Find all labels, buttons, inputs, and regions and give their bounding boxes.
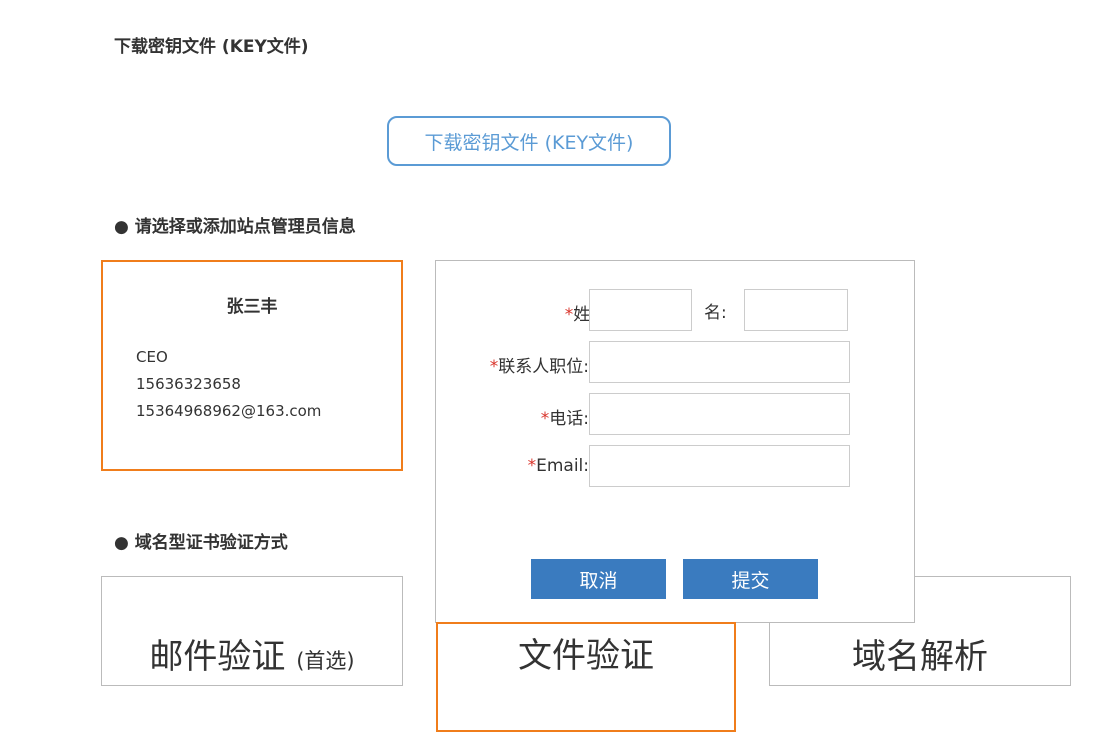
phone-label: *电话:	[541, 404, 589, 429]
key-file-section-title: 下载密钥文件 (KEY文件)	[114, 37, 309, 57]
required-mark: *	[564, 305, 574, 325]
method-dns-label: 域名解析	[852, 637, 988, 677]
required-mark: *	[540, 409, 550, 429]
email-label: *Email:	[528, 456, 589, 476]
first-name-input[interactable]	[744, 289, 848, 331]
job-title-label-text: 联系人职位:	[498, 357, 589, 377]
method-email-label-wrap: 邮件验证 (首选)	[102, 629, 402, 678]
job-title-input[interactable]	[589, 341, 850, 383]
method-file-card[interactable]: 文件验证	[436, 622, 736, 732]
first-name-label: 名:	[704, 303, 727, 323]
admin-role: CEO	[136, 348, 168, 366]
cancel-button[interactable]: 取消	[531, 559, 666, 599]
method-email-note: (首选)	[296, 649, 355, 673]
admin-form-dialog: *姓: 名: *联系人职位: *电话: *Email: 取消 提交	[435, 260, 915, 623]
last-name-input[interactable]	[589, 289, 692, 331]
method-email-label: 邮件验证	[149, 637, 286, 677]
admin-phone: 15636323658	[136, 375, 241, 393]
job-title-label: *联系人职位:	[490, 352, 589, 377]
phone-input[interactable]	[589, 393, 850, 435]
submit-button[interactable]: 提交	[683, 559, 818, 599]
verification-method-section-title: ● 域名型证书验证方式	[114, 533, 288, 553]
email-label-text: Email:	[536, 456, 589, 476]
email-input[interactable]	[589, 445, 850, 487]
admin-name: 张三丰	[226, 297, 278, 317]
download-key-file-button[interactable]: 下载密钥文件 (KEY文件)	[387, 116, 671, 166]
admin-email: 15364968962@163.com	[136, 402, 322, 420]
phone-label-text: 电话:	[549, 409, 589, 429]
required-mark: *	[527, 456, 537, 476]
method-file-label: 文件验证	[518, 636, 654, 676]
method-email-card[interactable]: 邮件验证 (首选)	[101, 576, 403, 686]
required-mark: *	[489, 357, 499, 377]
admin-card-selected[interactable]: 张三丰 CEO 15636323658 15364968962@163.com	[101, 260, 403, 471]
admin-section-title: ● 请选择或添加站点管理员信息	[114, 217, 356, 237]
